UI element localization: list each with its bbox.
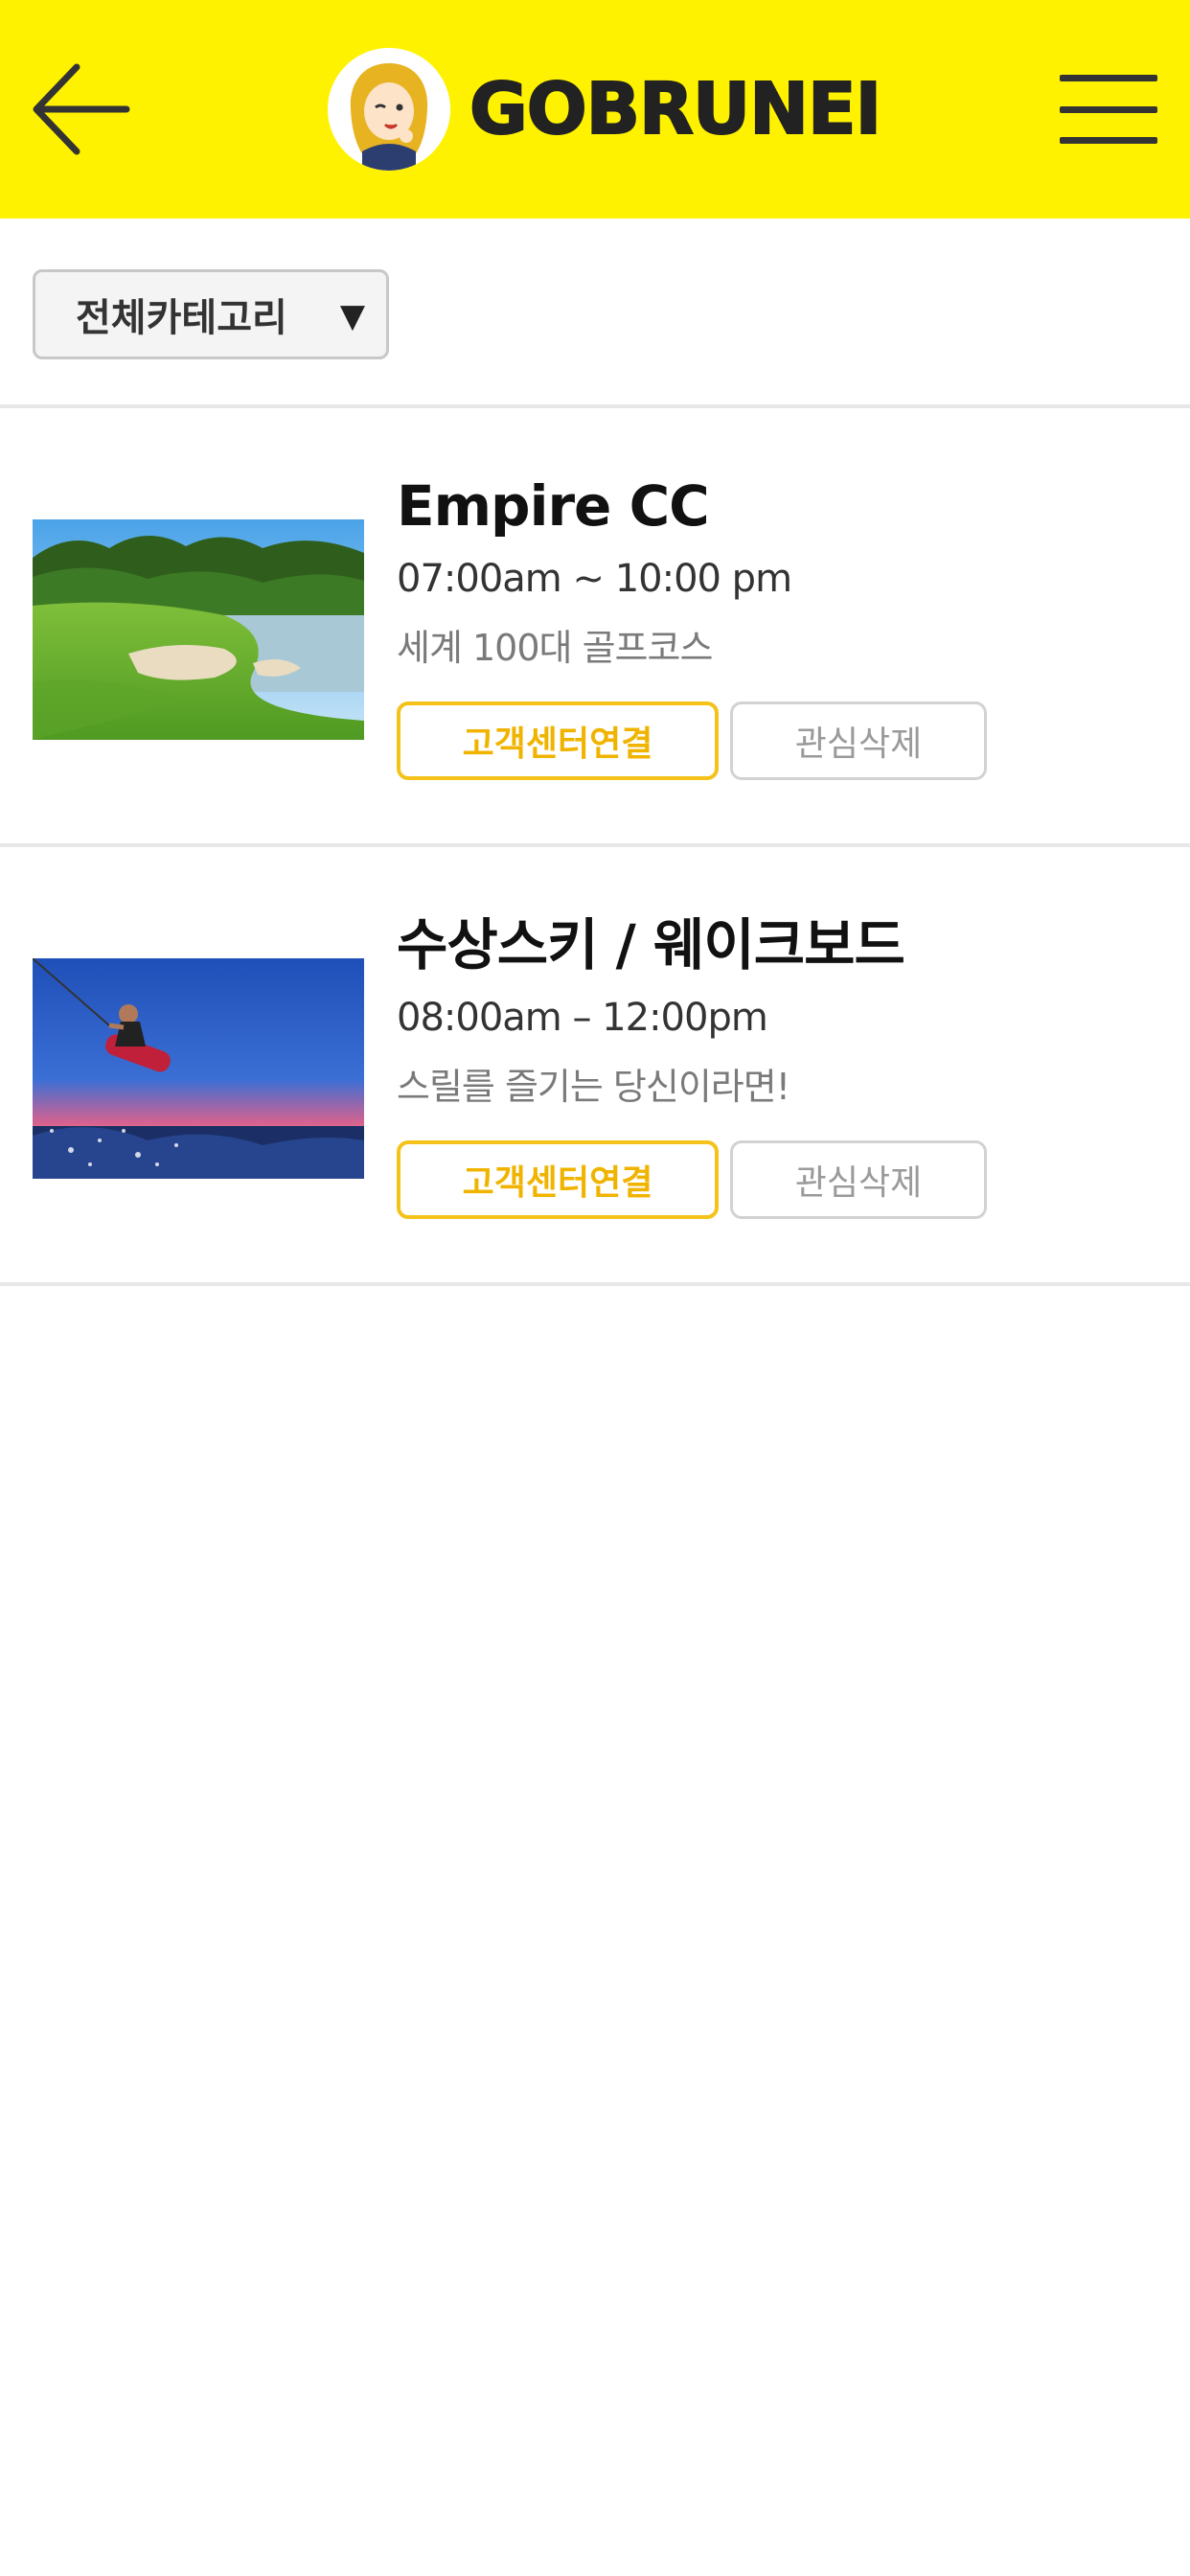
item-hours: 08:00am – 12:00pm [397,996,768,1040]
menu-line-icon [1060,105,1157,113]
item-title[interactable]: Empire CC [397,468,1161,544]
menu-line-icon [1060,137,1157,144]
remove-interest-button[interactable]: 관심삭제 [730,702,987,780]
item-hours: 07:00am ~ 10:00 pm [397,557,792,601]
wakeboard-image [33,958,364,1179]
filter-bar: 전체카테고리 ▼ [0,218,1190,408]
item-actions: 고객센터연결 관심삭제 [397,1140,1161,1219]
app-header: GOBRUNEI [0,0,1190,218]
category-dropdown[interactable]: 전체카테고리 ▼ [33,269,389,359]
category-dropdown-label: 전체카테고리 [76,296,287,340]
menu-line-icon [1060,75,1157,81]
contact-center-button[interactable]: 고객센터연결 [397,702,719,780]
item-description: 스릴를 즐기는 당신이라면! [397,1066,790,1108]
back-button[interactable] [29,56,136,163]
back-arrow-icon [33,63,130,155]
item-description: 세계 100대 골프코스 [397,627,713,669]
remove-interest-button[interactable]: 관심삭제 [730,1140,987,1219]
mascot-avatar [328,48,450,171]
hamburger-menu-button[interactable] [1056,61,1161,157]
item-info: Empire CC 07:00am ~ 10:00 pm 세계 100대 골프코… [397,468,1161,780]
list-item[interactable]: 수상스키 / 웨이크보드 08:00am – 12:00pm 스릴를 즐기는 당… [0,847,1190,1286]
item-actions: 고객센터연결 관심삭제 [397,702,1161,780]
triangle-down-icon: ▼ [339,297,365,335]
contact-center-button[interactable]: 고객센터연결 [397,1140,719,1219]
list-item[interactable]: Empire CC 07:00am ~ 10:00 pm 세계 100대 골프코… [0,408,1190,847]
brand-logo[interactable]: GOBRUNEI [328,48,882,171]
brand-name: GOBRUNEI [469,67,882,151]
golf-course-image [33,519,364,740]
item-info: 수상스키 / 웨이크보드 08:00am – 12:00pm 스릴를 즐기는 당… [397,907,1161,1219]
item-title[interactable]: 수상스키 / 웨이크보드 [397,907,1161,983]
